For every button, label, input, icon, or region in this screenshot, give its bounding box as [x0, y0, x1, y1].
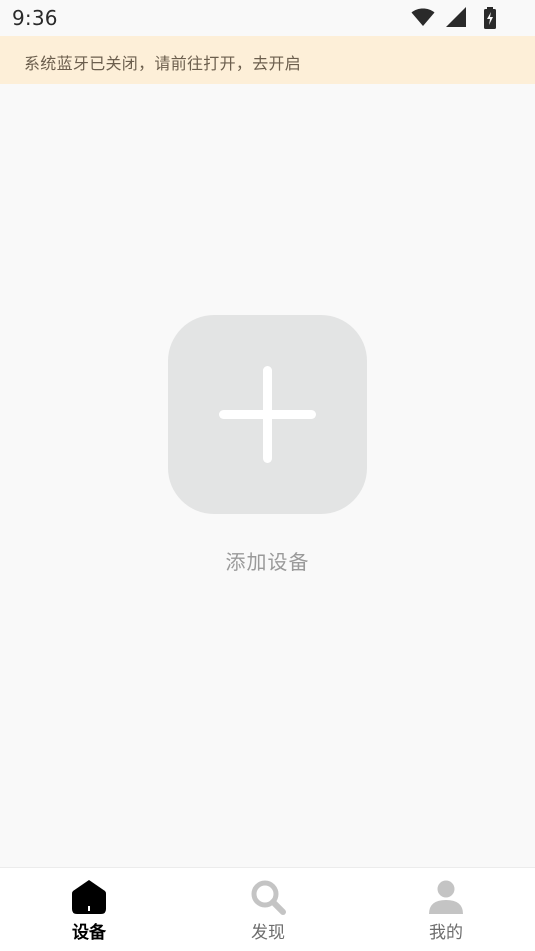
nav-label-mine: 我的: [429, 923, 463, 943]
nav-item-mine[interactable]: 我的: [386, 868, 506, 951]
status-bar: 9:36: [0, 0, 535, 36]
nav-item-devices[interactable]: 设备: [29, 868, 149, 951]
add-device-button[interactable]: [168, 315, 367, 514]
wifi-icon: [411, 7, 435, 31]
user-icon: [429, 880, 463, 914]
app-screen: 9:36 系统蓝牙已关闭，请前往打开，去开启 添加设备 设备 发现 我的: [0, 0, 535, 951]
nav-item-discover[interactable]: 发现: [208, 868, 328, 951]
status-time: 9:36: [12, 6, 58, 30]
nav-label-discover: 发现: [251, 923, 285, 943]
home-icon: [72, 880, 106, 914]
banner-text: 系统蓝牙已关闭，请前往打开，去开启: [24, 54, 302, 73]
nav-label-devices: 设备: [72, 923, 106, 943]
search-icon: [251, 880, 286, 915]
add-device-label: 添加设备: [225, 550, 310, 574]
battery-charging-icon: [483, 7, 497, 33]
cellular-signal-icon: [445, 7, 467, 31]
bottom-navigation: 设备 发现 我的: [0, 867, 535, 951]
bluetooth-off-banner[interactable]: 系统蓝牙已关闭，请前往打开，去开启: [0, 36, 535, 84]
plus-icon: [219, 366, 316, 463]
